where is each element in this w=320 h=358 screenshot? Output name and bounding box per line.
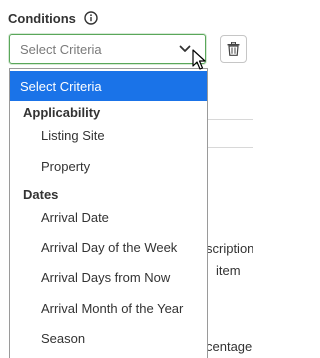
group-label-dates: Dates bbox=[23, 187, 59, 202]
conditions-panel: Conditions scription item centage Select… bbox=[0, 0, 253, 358]
trash-icon bbox=[227, 42, 240, 56]
option-arrival-days-from-now[interactable]: Arrival Days from Now bbox=[41, 270, 170, 285]
conditions-title: Conditions bbox=[8, 10, 76, 26]
option-arrival-date[interactable]: Arrival Date bbox=[41, 210, 109, 225]
group-label-applicability: Applicability bbox=[23, 105, 101, 120]
option-property[interactable]: Property bbox=[41, 159, 90, 174]
mouse-pointer-icon bbox=[192, 49, 206, 70]
chevron-down-icon bbox=[179, 45, 191, 52]
background-divider bbox=[206, 119, 253, 120]
criteria-select-value: Select Criteria bbox=[20, 42, 102, 57]
background-text: item bbox=[216, 263, 241, 278]
background-divider bbox=[206, 147, 253, 148]
option-season[interactable]: Season bbox=[41, 331, 85, 346]
option-arrival-month-of-year[interactable]: Arrival Month of the Year bbox=[41, 301, 183, 316]
info-circle-icon[interactable] bbox=[84, 11, 98, 25]
background-text: scription bbox=[206, 241, 253, 256]
background-text: centage bbox=[206, 339, 253, 354]
delete-condition-button[interactable] bbox=[220, 35, 247, 63]
option-select-criteria[interactable]: Select Criteria bbox=[10, 71, 207, 101]
option-listing-site[interactable]: Listing Site bbox=[41, 128, 105, 143]
criteria-dropdown-list: Select Criteria Applicability Listing Si… bbox=[9, 68, 208, 358]
option-arrival-day-of-week[interactable]: Arrival Day of the Week bbox=[41, 240, 177, 255]
criteria-select[interactable]: Select Criteria bbox=[9, 34, 206, 64]
conditions-header: Conditions bbox=[8, 9, 98, 27]
